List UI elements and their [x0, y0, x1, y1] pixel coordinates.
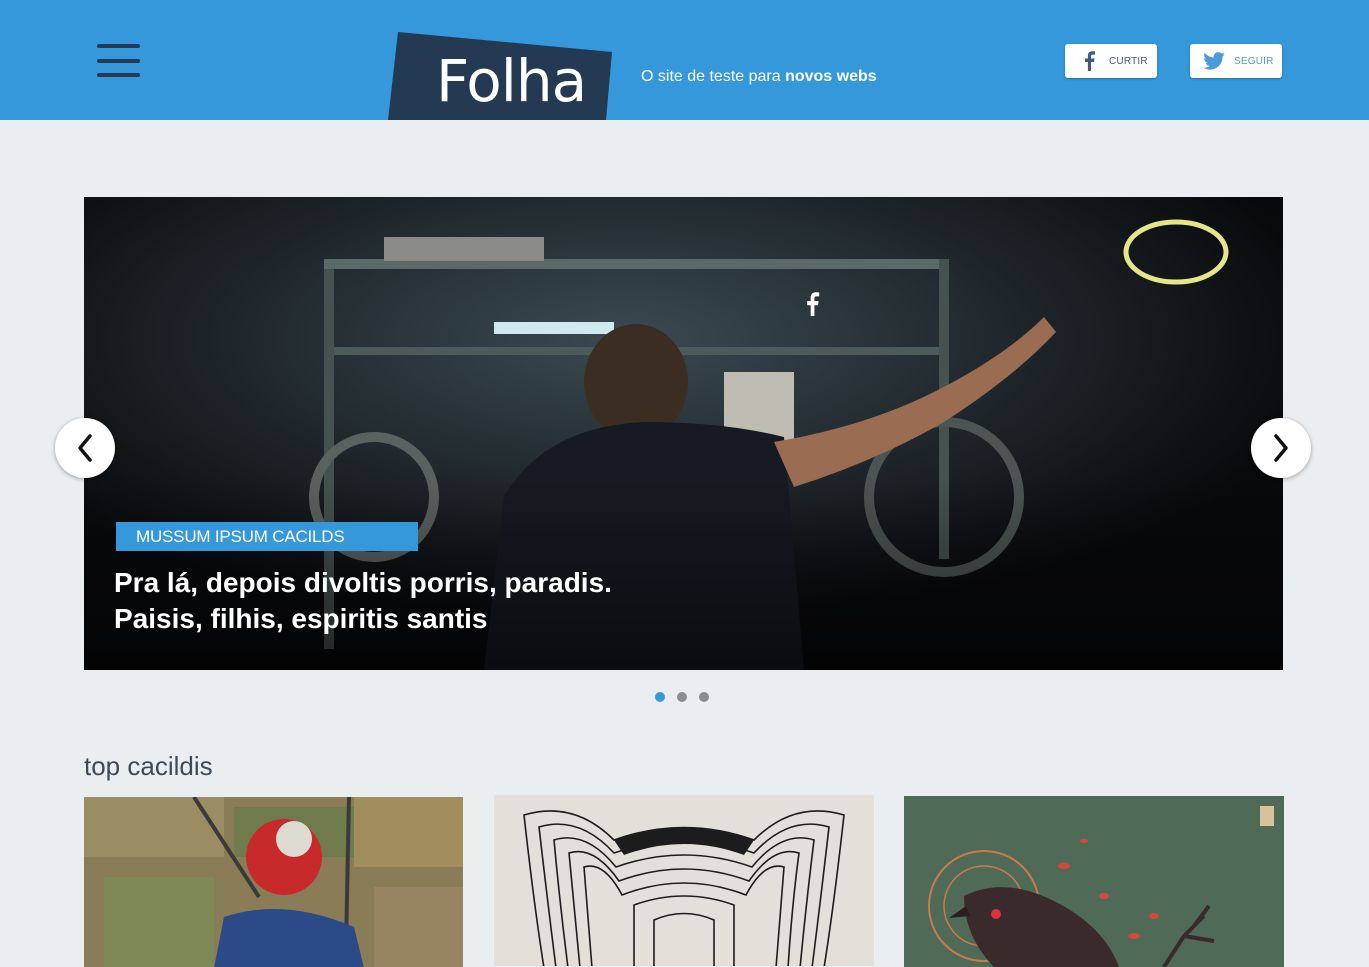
facebook-like-button[interactable]: CURTIR	[1065, 44, 1157, 78]
slide-headline-line2: Paisis, filhis, espiritis santis	[114, 603, 488, 634]
slide-category-tag[interactable]: MUSSUM IPSUM CACILDS	[116, 522, 418, 551]
slider-prev-button[interactable]	[55, 418, 115, 478]
slide-headline-line1: Pra lá, depois divoltis porris, paradis.	[114, 567, 612, 598]
twitter-bird-icon	[1202, 49, 1226, 73]
hamburger-menu-icon[interactable]	[97, 44, 140, 78]
chevron-right-icon	[1274, 434, 1288, 462]
site-logo[interactable]: Folha	[384, 30, 616, 120]
hero-slider[interactable]: MUSSUM IPSUM CACILDS Pra lá, depois divo…	[84, 197, 1283, 670]
tagline-prefix: O site de teste para	[641, 68, 786, 85]
slider-dot-1[interactable]	[655, 692, 665, 702]
slider-next-button[interactable]	[1251, 418, 1311, 478]
facebook-icon	[1077, 49, 1101, 73]
slide-headline[interactable]: Pra lá, depois divoltis porris, paradis.…	[114, 565, 734, 637]
card-image-3[interactable]	[904, 796, 1284, 967]
section-title: top cacildis	[84, 751, 213, 781]
card-image-1[interactable]	[84, 797, 463, 967]
site-tagline: O site de teste para novos webs	[641, 68, 877, 86]
twitter-button-label: SEGUIR	[1234, 55, 1274, 67]
tagline-bold: novos webs	[785, 68, 877, 85]
site-header: Folha O site de teste para novos webs CU…	[0, 0, 1369, 120]
slider-dot-3[interactable]	[699, 692, 709, 702]
twitter-follow-button[interactable]: SEGUIR	[1190, 44, 1282, 78]
card-image-2[interactable]	[494, 795, 874, 966]
slider-pagination	[655, 692, 709, 702]
facebook-icon[interactable]	[804, 292, 820, 316]
facebook-button-label: CURTIR	[1109, 55, 1148, 67]
slider-dot-2[interactable]	[677, 692, 687, 702]
logo-text: Folha	[436, 47, 587, 115]
chevron-left-icon	[78, 434, 92, 462]
